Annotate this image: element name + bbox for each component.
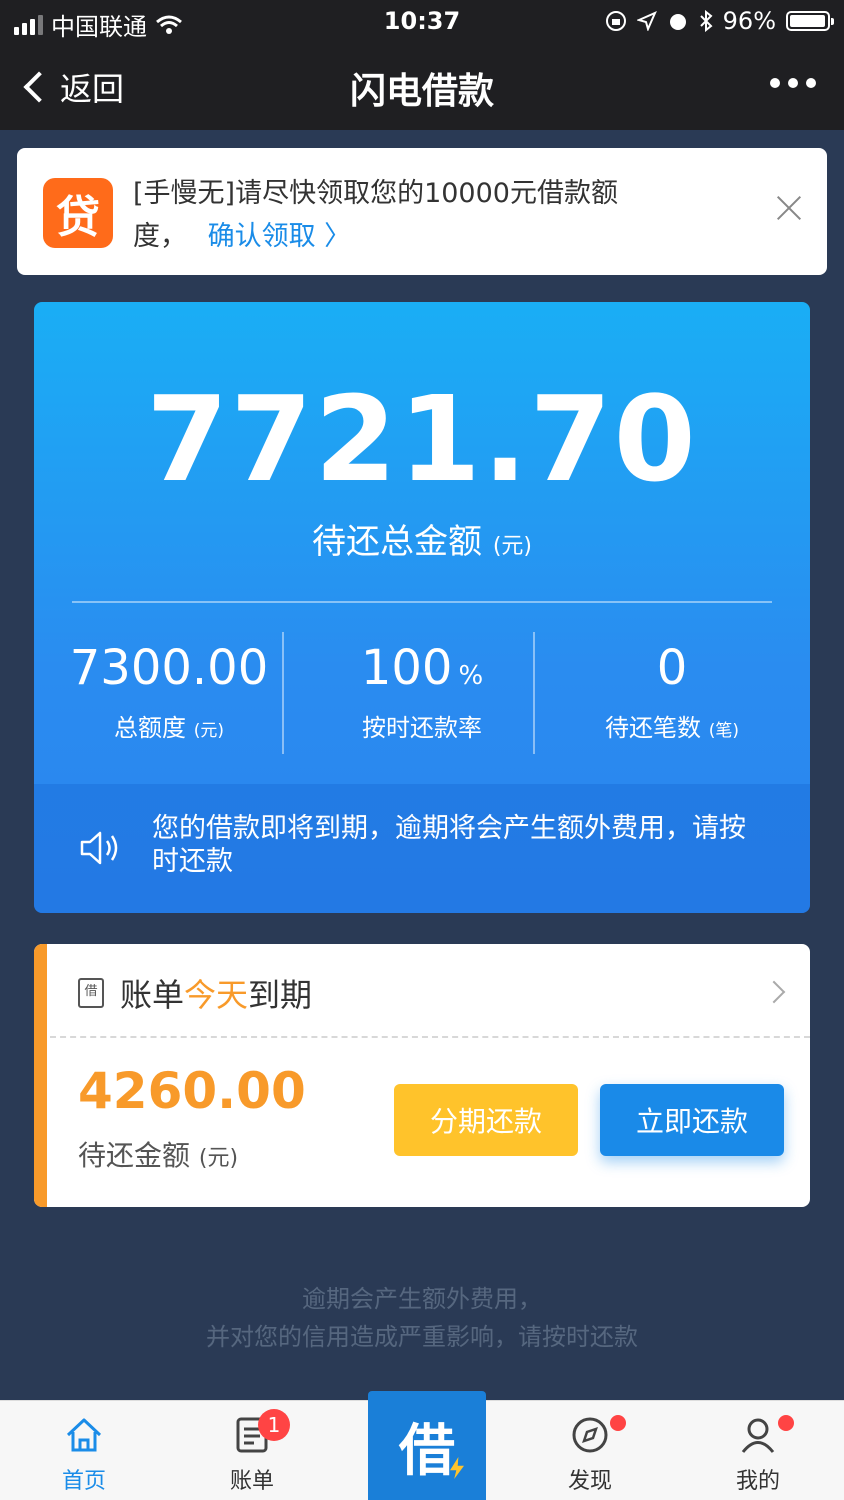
stat-separator [533,632,535,754]
bill-due-unit: (元) [198,1146,239,1171]
bills-badge: 1 [258,1409,290,1441]
repay-now-button[interactable]: 立即还款 [600,1084,784,1156]
stat-ontime-rate-suffix: % [458,661,484,691]
dashed-divider [50,1036,810,1038]
bill-title: 账单今天到期 [120,970,312,1016]
tab-bar: 首页 1 账单 借 发现 我的 [0,1391,844,1500]
location-icon [636,11,657,31]
mine-dot [778,1415,794,1431]
orientation-lock-icon [605,11,626,31]
battery-percent: 96% [722,7,776,35]
bill-title-highlight: 今天 [184,976,249,1014]
discover-dot [610,1415,626,1431]
close-icon[interactable] [775,194,803,222]
tab-bills[interactable]: 1 账单 [168,1401,336,1500]
bill-receipt-icon: 借 [78,978,104,1008]
tab-discover-label: 发现 [567,1469,612,1494]
chevron-right-icon[interactable] [762,980,786,1004]
footer-warning: 逾期会产生额外费用， 并对您的信用造成严重影响，请按时还款 [0,1280,844,1356]
tab-borrow-label: 借 [399,1418,455,1484]
stat-separator [282,632,284,754]
tab-borrow[interactable]: 借 [368,1391,486,1500]
total-due-label: 待还总金额 (元) [34,514,810,563]
notice-message: [手慢无]请尽快领取您的10000元借款额度， [133,178,618,252]
footer-warning-line2: 并对您的信用造成严重影响，请按时还款 [206,1323,638,1351]
tab-discover[interactable]: 发现 [506,1401,674,1500]
tab-home-label: 首页 [61,1469,106,1494]
alarm-icon [669,14,686,30]
stat-pending-count: 0 待还笔数 (笔) [547,640,797,743]
nav-bar: 返回 闪电借款 [0,42,844,130]
bluetooth-icon [699,10,713,32]
home-icon [66,1418,102,1452]
tab-mine-label: 我的 [735,1469,780,1494]
status-bar: 中国联通 10:37 96% [0,0,844,42]
notice-text: [手慢无]请尽快领取您的10000元借款额度， 确认领取 〉 [133,172,653,258]
footer-warning-line1: 逾期会产生额外费用， [302,1285,542,1313]
stat-pending-count-label: 待还笔数 [605,714,702,742]
bill-due-card[interactable]: 借 账单今天到期 4260.00 待还金额 (元) 分期还款 立即还款 [34,944,810,1207]
tab-bills-label: 账单 [229,1469,274,1494]
bill-accent-stripe [34,944,47,1207]
bill-due-amount: 4260.00 [78,1062,306,1120]
stat-ontime-rate-value: 100 [360,640,453,696]
stat-pending-count-value: 0 [656,640,688,696]
bill-title-suffix: 到期 [248,976,313,1014]
stat-credit-limit-label: 总额度 [114,714,187,742]
page-title: 闪电借款 [349,71,494,112]
stat-credit-limit: 7300.00 总额度 (元) [44,640,294,743]
bill-title-prefix: 账单 [120,976,185,1014]
tab-home[interactable]: 首页 [0,1401,168,1500]
more-options-icon[interactable] [770,78,816,88]
repayment-summary-card: 7721.70 待还总金额 (元) 7300.00 总额度 (元) 100% 按… [34,302,810,913]
bill-due-label-text: 待还金额 [78,1139,191,1172]
stat-pending-count-unit: (笔) [708,721,739,741]
user-icon [741,1418,775,1453]
due-warning-text: 您的借款即将到期，逾期将会产生额外费用，请按时还款 [152,813,746,877]
confirm-claim-link[interactable]: 确认领取 〉 [208,221,352,252]
divider [72,601,772,603]
tab-mine[interactable]: 我的 [674,1401,842,1500]
battery-icon [786,11,834,31]
stat-ontime-rate-label: 按时还款率 [362,714,482,742]
status-right: 96% [605,7,834,35]
stat-ontime-rate: 100% 按时还款率 [297,640,547,743]
bill-due-label: 待还金额 (元) [78,1134,238,1174]
stat-credit-limit-unit: (元) [193,721,224,741]
loan-logo-icon: 贷 [43,178,113,248]
due-warning-banner: 您的借款即将到期，逾期将会产生额外费用，请按时还款 [34,784,810,913]
compass-icon [572,1417,608,1453]
promo-notice[interactable]: 贷 [手慢无]请尽快领取您的10000元借款额度， 确认领取 〉 [17,148,827,275]
stat-credit-limit-value: 7300.00 [69,640,269,696]
installment-repay-button[interactable]: 分期还款 [394,1084,578,1156]
speaker-icon [80,831,118,865]
total-due-label-text: 待还总金额 [312,522,482,562]
total-due-amount: 7721.70 [146,370,698,508]
total-due-unit: (元) [492,534,532,559]
